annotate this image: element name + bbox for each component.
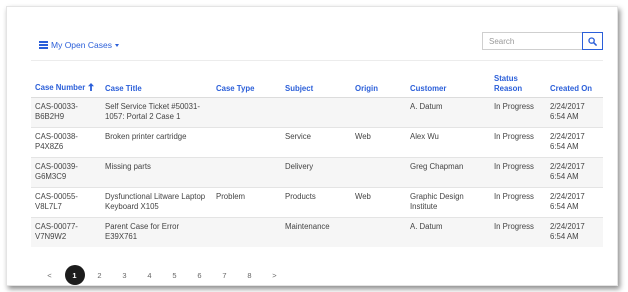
next-page-button[interactable]: >	[262, 265, 287, 285]
table-row[interactable]: CAS-00055-V8L7L7 Dysfunctional Litware L…	[31, 187, 603, 218]
created-on-cell: 2/24/2017 6:54 AM	[546, 127, 603, 158]
case-title-cell: Dysfunctional Litware Laptop Keyboard X1…	[101, 187, 212, 218]
status-reason-cell: In Progress	[490, 217, 546, 247]
sort-up-arrow-icon	[88, 82, 95, 94]
page-button-5[interactable]: 5	[162, 265, 187, 285]
origin-cell	[351, 217, 406, 247]
search-box	[482, 32, 603, 50]
divider	[31, 60, 603, 61]
created-on-cell: 2/24/2017 6:54 AM	[546, 187, 603, 218]
case-number-cell: CAS-00055-V8L7L7	[31, 187, 101, 218]
cases-panel: My Open Cases Case Number Case Title Cas…	[6, 6, 618, 286]
table-row[interactable]: CAS-00039-G6M3C9 Missing parts Delivery …	[31, 157, 603, 188]
origin-cell: Web	[351, 187, 406, 218]
view-selector-label: My Open Cases	[51, 40, 112, 50]
column-header-case-title[interactable]: Case Title	[101, 65, 212, 98]
case-type-cell: Problem	[212, 187, 281, 218]
cases-table: Case Number Case Title Case Type Subject…	[31, 65, 603, 247]
subject-cell: Maintenance	[281, 217, 351, 247]
table-row[interactable]: CAS-00038-P4X8Z6 Broken printer cartridg…	[31, 127, 603, 158]
case-type-cell	[212, 157, 281, 188]
customer-cell: A. Datum	[406, 217, 490, 247]
case-number-cell: CAS-00038-P4X8Z6	[31, 127, 101, 158]
page-button-4[interactable]: 4	[137, 265, 162, 285]
table-header-row: Case Number Case Title Case Type Subject…	[31, 65, 603, 98]
page-button-1[interactable]: 1	[64, 265, 85, 285]
customer-cell: Alex Wu	[406, 127, 490, 158]
status-reason-cell: In Progress	[490, 127, 546, 158]
created-on-cell: 2/24/2017 6:54 AM	[546, 217, 603, 247]
table-row[interactable]: CAS-00077-V7N9W2 Parent Case for Error E…	[31, 217, 603, 247]
page-button-8[interactable]: 8	[237, 265, 262, 285]
search-button[interactable]	[582, 32, 603, 50]
column-header-subject[interactable]: Subject	[281, 65, 351, 98]
case-type-cell	[212, 217, 281, 247]
caret-down-icon	[114, 44, 119, 47]
created-on-cell: 2/24/2017 6:54 AM	[546, 97, 603, 128]
prev-page-button[interactable]: <	[37, 265, 62, 285]
column-header-case-number[interactable]: Case Number	[31, 65, 101, 98]
case-title-cell: Broken printer cartridge	[101, 127, 212, 158]
origin-cell	[351, 157, 406, 188]
page-button-2[interactable]: 2	[87, 265, 112, 285]
case-type-cell	[212, 97, 281, 128]
search-input[interactable]	[482, 32, 582, 50]
subject-cell: Delivery	[281, 157, 351, 188]
page-button-6[interactable]: 6	[187, 265, 212, 285]
table-row[interactable]: CAS-00033-B6B2H9 Self Service Ticket #50…	[31, 97, 603, 128]
status-reason-cell: In Progress	[490, 187, 546, 218]
created-on-cell: 2/24/2017 6:54 AM	[546, 157, 603, 188]
pagination: < 1 2 3 4 5 6 7 8 >	[37, 265, 287, 285]
customer-cell: A. Datum	[406, 97, 490, 128]
customer-cell: Greg Chapman	[406, 157, 490, 188]
case-title-cell: Missing parts	[101, 157, 212, 188]
column-header-customer[interactable]: Customer	[406, 65, 490, 98]
origin-cell	[351, 97, 406, 128]
column-header-origin[interactable]: Origin	[351, 65, 406, 98]
case-number-cell: CAS-00039-G6M3C9	[31, 157, 101, 188]
case-number-cell: CAS-00077-V7N9W2	[31, 217, 101, 247]
subject-cell	[281, 97, 351, 128]
subject-cell: Service	[281, 127, 351, 158]
origin-cell: Web	[351, 127, 406, 158]
status-reason-cell: In Progress	[490, 97, 546, 128]
customer-cell: Graphic Design Institute	[406, 187, 490, 218]
page-button-7[interactable]: 7	[212, 265, 237, 285]
search-icon	[588, 36, 597, 46]
column-header-status-reason[interactable]: Status Reason	[490, 65, 546, 98]
case-title-cell: Parent Case for Error E39X761	[101, 217, 212, 247]
case-title-cell: Self Service Ticket #50031-1057: Portal …	[101, 97, 212, 128]
page-button-3[interactable]: 3	[112, 265, 137, 285]
subject-cell: Products	[281, 187, 351, 218]
case-number-cell: CAS-00033-B6B2H9	[31, 97, 101, 128]
view-selector-dropdown[interactable]: My Open Cases	[39, 37, 119, 53]
column-header-case-type[interactable]: Case Type	[212, 65, 281, 98]
list-icon	[39, 41, 48, 49]
case-type-cell	[212, 127, 281, 158]
column-header-created-on[interactable]: Created On	[546, 65, 603, 98]
status-reason-cell: In Progress	[490, 157, 546, 188]
